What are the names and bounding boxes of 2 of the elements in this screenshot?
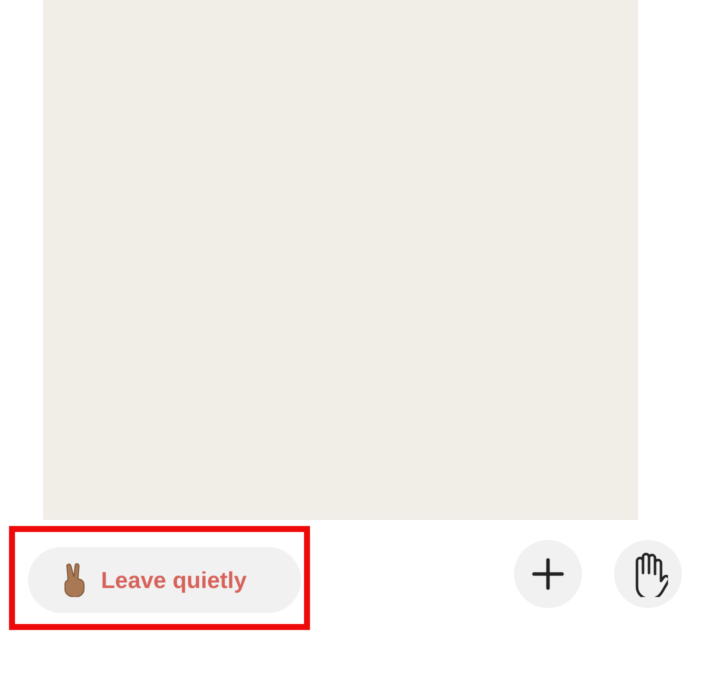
leave-button[interactable]: Leave quietly bbox=[28, 547, 301, 613]
plus-icon bbox=[532, 558, 564, 590]
